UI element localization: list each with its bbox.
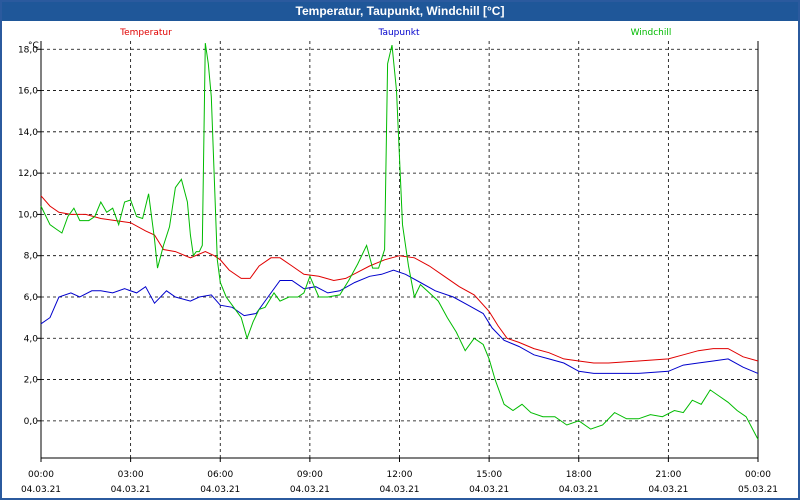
x-tick-time-label: 18:00 xyxy=(566,470,592,480)
tick-labels: 0,02,04,06,08,010,012,014,016,018,000:00… xyxy=(18,41,778,495)
legend-entry-temperatur: Temperatur xyxy=(119,28,172,38)
series-line-taupunkt xyxy=(40,269,759,374)
line-chart: 0,02,04,06,08,010,012,014,016,018,000:00… xyxy=(18,28,778,495)
y-tick-label: 0,0 xyxy=(24,417,39,427)
chart-window: Temperatur, Taupunkt, Windchill [°C] 0,0… xyxy=(0,0,800,500)
x-tick-time-label: 12:00 xyxy=(387,470,413,480)
x-tick-time-label: 06:00 xyxy=(207,470,233,480)
y-tick-label: 2,0 xyxy=(24,376,39,386)
x-tick-time-label: 15:00 xyxy=(476,470,502,480)
y-tick-label: 8,0 xyxy=(24,252,39,262)
x-tick-date-label: 04.03.21 xyxy=(469,485,509,495)
y-tick-label: 14,0 xyxy=(18,128,38,138)
x-tick-date-label: 04.03.21 xyxy=(559,485,599,495)
x-tick-date-label: 04.03.21 xyxy=(111,485,151,495)
x-tick-time-label: 03:00 xyxy=(118,470,144,480)
x-tick-time-label: 09:00 xyxy=(297,470,323,480)
y-tick-label: 12,0 xyxy=(18,169,38,179)
legend: Temperatur Taupunkt Windchill xyxy=(119,28,671,38)
y-tick-label: 4,0 xyxy=(24,334,39,344)
x-tick-date-label: 04.03.21 xyxy=(648,485,688,495)
x-tick-date-label: 04.03.21 xyxy=(290,485,330,495)
grid-lines xyxy=(41,41,758,458)
x-tick-time-label: 00:00 xyxy=(745,470,771,480)
x-tick-date-label: 04.03.21 xyxy=(200,485,240,495)
y-axis-label: °C xyxy=(28,41,39,51)
legend-entry-windchill: Windchill xyxy=(631,28,672,38)
y-tick-label: 16,0 xyxy=(18,87,38,97)
legend-entry-taupunkt: Taupunkt xyxy=(377,28,420,38)
x-tick-time-label: 00:00 xyxy=(28,470,54,480)
x-tick-date-label: 05.03.21 xyxy=(738,485,778,495)
x-tick-date-label: 04.03.21 xyxy=(21,485,61,495)
x-tick-time-label: 21:00 xyxy=(655,470,681,480)
y-tick-label: 10,0 xyxy=(18,210,38,220)
y-tick-label: 6,0 xyxy=(24,293,39,303)
x-tick-date-label: 04.03.21 xyxy=(379,485,419,495)
window-title: Temperatur, Taupunkt, Windchill [°C] xyxy=(2,2,798,21)
